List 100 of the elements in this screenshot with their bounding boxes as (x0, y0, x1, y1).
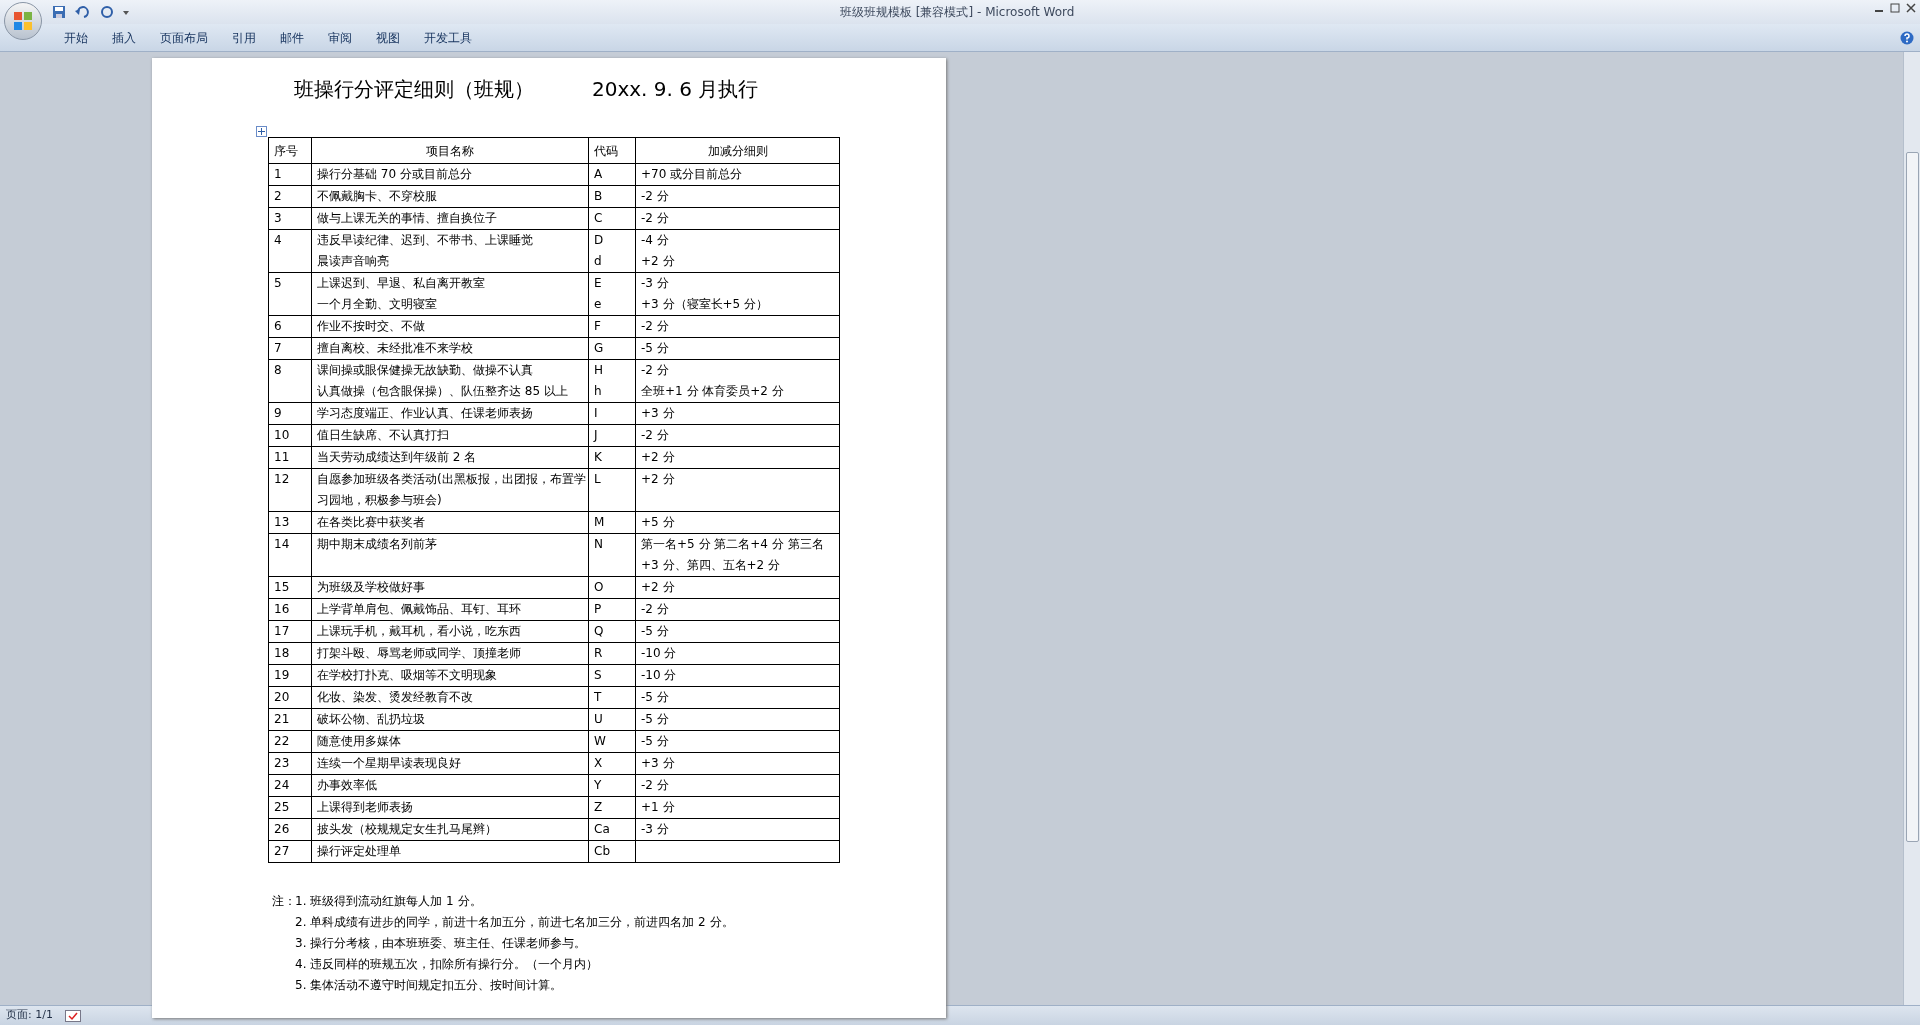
cell-text: W (594, 733, 607, 750)
cell-text: 一个月全勤、文明寝室 (317, 296, 438, 313)
row-number: 10 (274, 428, 290, 442)
column-header: 序号 (268, 137, 312, 164)
cell-text: 化妆、染发、烫发经教育不改 (317, 689, 474, 706)
table-move-handle-icon[interactable] (256, 126, 267, 137)
cell-text: -2 分 (641, 318, 670, 335)
ribbon-tab[interactable]: 审阅 (316, 24, 364, 51)
cell-text: +70 或分目前总分 (641, 166, 744, 183)
row-number: 19 (274, 668, 290, 682)
window-title: 班级班规模板 [兼容模式] - Microsoft Word (840, 4, 1075, 21)
notes-label: 注： (272, 893, 295, 910)
cell-text: h (594, 383, 603, 400)
cell-text: 办事效率低 (317, 777, 378, 794)
cell-text: +3 分（寝室长+5 分） (641, 296, 769, 313)
cell-text: +1 分 (641, 799, 676, 816)
cell-text: 上课玩手机，戴耳机，看小说，吃东西 (317, 623, 522, 640)
note-line: 2. 单科成绩有进步的同学，前进十名加五分，前进七名加三分，前进四名加 2 分。 (295, 914, 734, 931)
ribbon-tab[interactable]: 邮件 (268, 24, 316, 51)
cell-text: K (594, 449, 603, 466)
page-count: 页面: 1/1 (6, 1007, 53, 1024)
ribbon-tab[interactable]: 开发工具 (412, 24, 484, 51)
note-line: 4. 违反同样的班规五次，扣除所有操行分。（一个月内） (295, 956, 600, 973)
cell-text: J (594, 427, 599, 444)
row-number: 24 (274, 778, 290, 792)
cell-text: +2 分 (641, 579, 676, 596)
cell-text: 第一名+5 分 第二名+4 分 第三名+3 分、第四、五名+2 分 (641, 536, 825, 574)
cell-text: N (594, 536, 604, 553)
ribbon-tab[interactable]: 开始 (52, 24, 100, 51)
cell-text: 期中期末成绩名列前茅 (317, 536, 438, 553)
cell-text: M (594, 514, 606, 531)
column-header: 代码 (588, 137, 636, 164)
cell-text: 自愿参加班级各类活动(出黑板报，出团报，布置学习园地，积极参与班会) (317, 471, 587, 509)
row-number: 22 (274, 734, 290, 748)
cell-text: E (594, 275, 603, 292)
cell-text: -2 分 (641, 188, 670, 205)
maximize-icon[interactable] (1890, 3, 1900, 13)
cell-text: P (594, 601, 603, 618)
cell-text: C (594, 210, 604, 227)
cell-text: 为班级及学校做好事 (317, 579, 426, 596)
cell-text: 操行评定处理单 (317, 843, 402, 860)
ribbon-tab[interactable]: 视图 (364, 24, 412, 51)
column-header: 加减分细则 (635, 137, 840, 164)
row-number: 23 (274, 756, 290, 770)
cell-text: -5 分 (641, 733, 670, 750)
row-number: 11 (274, 450, 290, 464)
cell-text: Cb (594, 843, 611, 860)
cell-text: 当天劳动成绩达到年级前 2 名 (317, 449, 478, 466)
vertical-scrollbar[interactable] (1903, 52, 1920, 1005)
cell-text: -10 分 (641, 667, 678, 684)
cell-text: 作业不按时交、不做 (317, 318, 426, 335)
cell-text: +3 分 (641, 755, 676, 772)
row-number: 8 (274, 363, 282, 377)
cell-text: 上学背单肩包、佩戴饰品、耳钉、耳环 (317, 601, 522, 618)
cell-text: T (594, 689, 603, 706)
cell-text: F (594, 318, 602, 335)
ribbon-tab[interactable]: 插入 (100, 24, 148, 51)
document-title: 班操行分评定细则（班规） (294, 76, 535, 103)
row-number: 9 (274, 406, 282, 420)
cell-text: Ca (594, 821, 611, 838)
cell-text: -3 分 (641, 275, 670, 292)
cell-text: -2 分 (641, 210, 670, 227)
row-number: 12 (274, 472, 290, 486)
cell-text: -5 分 (641, 623, 670, 640)
cell-text: +3 分 (641, 405, 676, 422)
office-button[interactable] (4, 2, 42, 40)
cell-text: -5 分 (641, 711, 670, 728)
cell-text: S (594, 667, 603, 684)
cell-text: B (594, 188, 604, 205)
save-icon[interactable] (52, 5, 66, 19)
cell-text: d (594, 253, 603, 270)
cell-text: 破坏公物、乱扔垃圾 (317, 711, 426, 728)
cell-text: 课间操或眼保健操无故缺勤、做操不认真 (317, 362, 534, 379)
cell-text: O (594, 579, 605, 596)
cell-text: e (594, 296, 603, 313)
cell-text: 不佩戴胸卡、不穿校服 (317, 188, 438, 205)
note-line: 1. 班级得到流动红旗每人加 1 分。 (295, 893, 483, 910)
cell-text: 操行分基础 70 分或目前总分 (317, 166, 473, 183)
cell-text: -3 分 (641, 821, 670, 838)
note-line: 5. 集体活动不遵守时间规定扣五分、按时间计算。 (295, 977, 564, 994)
cell-text: +2 分 (641, 449, 676, 466)
cell-text: -5 分 (641, 340, 670, 357)
ribbon-tab[interactable]: 页面布局 (148, 24, 220, 51)
row-number: 1 (274, 167, 282, 181)
ribbon-tab[interactable]: 引用 (220, 24, 268, 51)
row-number: 4 (274, 233, 282, 247)
cell-text: I (594, 405, 599, 422)
close-icon[interactable] (1906, 3, 1916, 13)
row-number: 14 (274, 537, 290, 551)
cell-text: Y (594, 777, 603, 794)
cell-text: 违反早读纪律、迟到、不带书、上课睡觉 (317, 232, 534, 249)
scrollbar-thumb[interactable] (1905, 152, 1919, 842)
cell-text: -5 分 (641, 689, 670, 706)
proofing-icon[interactable] (64, 1009, 81, 1022)
help-icon[interactable] (1900, 30, 1914, 45)
cell-text: -4 分 (641, 232, 670, 249)
cell-text: 值日生缺席、不认真打扫 (317, 427, 450, 444)
dropdown-arrow-icon[interactable] (122, 8, 130, 16)
cell-text: L (594, 471, 602, 488)
undo-icon[interactable] (74, 5, 92, 19)
